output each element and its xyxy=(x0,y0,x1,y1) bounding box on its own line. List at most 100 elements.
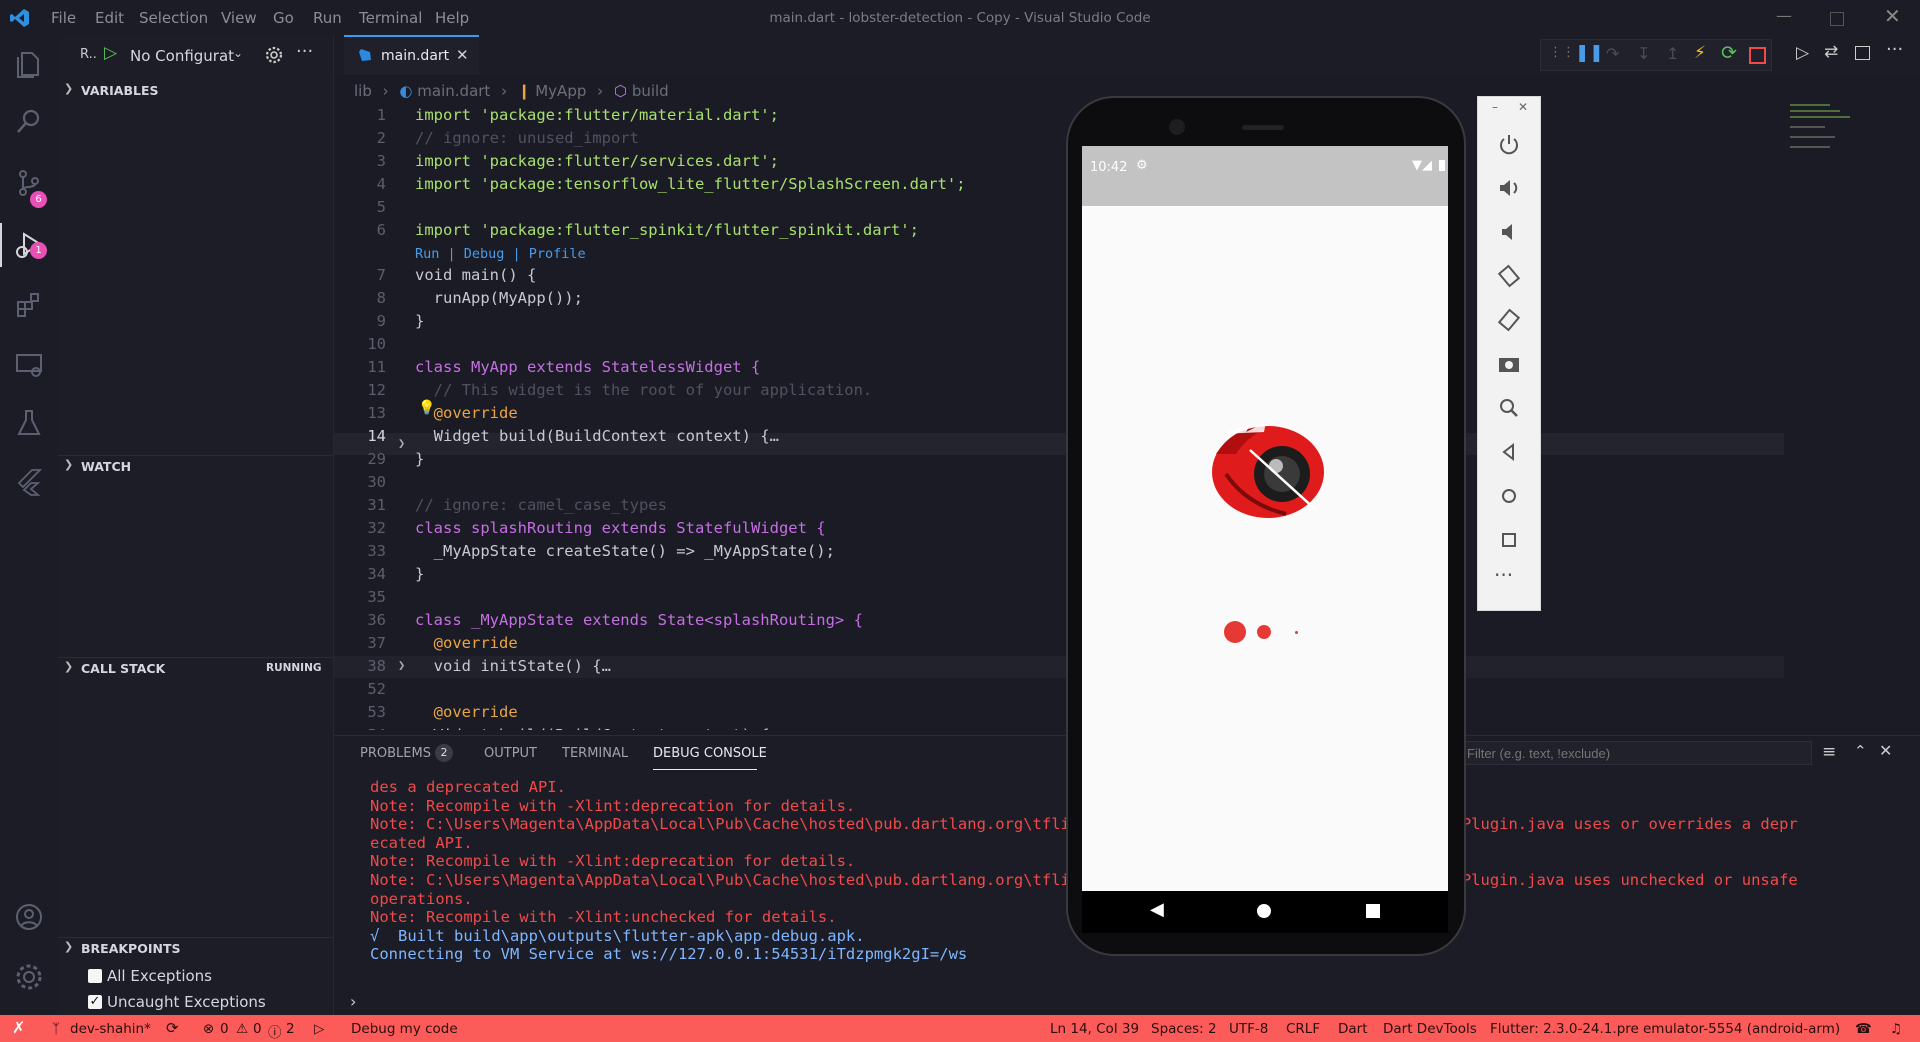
debug-config[interactable]: Debug my code xyxy=(351,1021,458,1037)
breadcrumb-file[interactable]: main.dart xyxy=(417,82,490,100)
run-icon[interactable]: ▷ xyxy=(1796,43,1809,63)
power-icon[interactable] xyxy=(1496,131,1522,157)
callstack-section-header[interactable]: ❯ CALL STACK RUNNING xyxy=(58,657,333,680)
git-branch[interactable]: dev-shahin* xyxy=(70,1021,151,1037)
code-line[interactable]: class _MyAppState extends State<splashRo… xyxy=(415,611,863,629)
rotate-left-icon[interactable] xyxy=(1496,263,1522,289)
code-line[interactable]: } xyxy=(415,312,424,330)
screenshot-camera-icon[interactable] xyxy=(1496,351,1522,377)
volume-down-icon[interactable] xyxy=(1496,219,1522,245)
code-line[interactable]: _MyAppState createState() => _MyAppState… xyxy=(415,542,835,560)
more-options-icon[interactable]: ··· xyxy=(1494,563,1513,587)
error-count[interactable]: 0 xyxy=(220,1021,229,1037)
testing-icon[interactable] xyxy=(14,408,44,438)
encoding[interactable]: UTF-8 xyxy=(1229,1021,1268,1037)
breadcrumb-lib[interactable]: lib xyxy=(354,82,372,100)
code-line[interactable]: runApp(MyApp()); xyxy=(415,289,583,307)
tab-main-dart[interactable]: main.dart ✕ xyxy=(344,35,479,75)
remote-icon[interactable]: ✗ xyxy=(12,1018,25,1037)
console-prompt-icon[interactable]: › xyxy=(350,992,356,1011)
restart-icon[interactable]: ⟳ xyxy=(1721,42,1737,64)
code-line[interactable]: Widget build(BuildContext context) {… xyxy=(415,726,779,730)
close-tab-icon[interactable]: ✕ xyxy=(456,46,469,64)
code-line[interactable]: Widget build(BuildContext context) {… xyxy=(415,427,779,445)
dart-devtools[interactable]: Dart DevTools xyxy=(1383,1021,1477,1037)
code-line[interactable]: void main() { xyxy=(415,266,536,284)
search-icon[interactable] xyxy=(14,106,44,136)
device-selector[interactable]: emulator-5554 (android-arm) xyxy=(1643,1021,1840,1037)
close-window-icon[interactable]: ✕ xyxy=(1884,4,1901,28)
remote-explorer-icon[interactable] xyxy=(14,350,44,380)
nav-home-icon[interactable] xyxy=(1257,904,1271,918)
filter-input[interactable] xyxy=(1462,741,1812,765)
cursor-position[interactable]: Ln 14, Col 39 xyxy=(1050,1021,1139,1037)
drag-handle-icon[interactable]: ⋮⋮ xyxy=(1549,45,1575,60)
start-debugging-icon[interactable]: ▷ xyxy=(104,43,117,63)
lightbulb-icon[interactable]: 💡 xyxy=(418,400,435,416)
flutter-icon[interactable] xyxy=(14,467,44,497)
code-line[interactable]: // ignore: camel_case_types xyxy=(415,496,667,514)
emulator-minimize-icon[interactable]: – xyxy=(1492,100,1498,114)
line-ending[interactable]: CRLF xyxy=(1286,1021,1320,1037)
account-icon[interactable] xyxy=(14,902,44,932)
explorer-icon[interactable] xyxy=(14,49,44,79)
sync-icon[interactable]: ⟳ xyxy=(166,1019,179,1037)
volume-up-icon[interactable] xyxy=(1496,175,1522,201)
more-actions-icon[interactable]: ··· xyxy=(296,41,313,62)
breakpoint-item[interactable]: ✓ Uncaught Exceptions xyxy=(88,993,328,1013)
code-line[interactable]: class MyApp extends StatelessWidget { xyxy=(415,358,760,376)
breadcrumb-method[interactable]: build xyxy=(632,82,669,100)
pause-icon[interactable]: ❚❚ xyxy=(1575,43,1604,63)
maximize-panel-icon[interactable]: ⌃ xyxy=(1854,742,1867,760)
overview-icon[interactable] xyxy=(1496,527,1522,553)
warning-count[interactable]: 0 xyxy=(253,1021,262,1037)
tab-output[interactable]: OUTPUT xyxy=(484,746,537,761)
step-over-icon[interactable]: ↷ xyxy=(1606,44,1619,63)
code-line[interactable]: // This widget is the root of your appli… xyxy=(415,381,873,399)
variables-section-header[interactable]: ❯ VARIABLES xyxy=(58,80,333,102)
watch-section-header[interactable]: ❯ WATCH xyxy=(58,455,333,478)
fold-chevron-icon[interactable]: ❯ xyxy=(398,658,405,672)
code-line[interactable]: } xyxy=(415,450,424,468)
fold-chevron-icon[interactable]: ❯ xyxy=(398,727,405,730)
code-line[interactable]: import 'package:flutter_spinkit/flutter_… xyxy=(415,221,919,239)
step-into-icon[interactable]: ↧ xyxy=(1637,44,1650,63)
codelens-run-debug-profile[interactable]: Run | Debug | Profile xyxy=(415,246,586,262)
code-editor[interactable]: 1 import 'package:flutter/material.dart';… xyxy=(334,100,1784,730)
tab-problems[interactable]: PROBLEMS xyxy=(360,746,431,761)
nav-back-icon[interactable]: ◀ xyxy=(1150,899,1164,920)
gear-icon[interactable] xyxy=(265,46,283,64)
code-line[interactable]: } xyxy=(415,565,424,583)
zoom-icon[interactable] xyxy=(1496,395,1522,421)
launch-config-select[interactable]: No Configurat xyxy=(130,47,240,65)
nav-recents-icon[interactable] xyxy=(1366,904,1380,918)
info-count[interactable]: 2 xyxy=(286,1021,295,1037)
breadcrumb-class[interactable]: MyApp xyxy=(535,82,586,100)
home-icon[interactable] xyxy=(1496,483,1522,509)
settings-gear-icon[interactable] xyxy=(14,962,44,992)
code-line[interactable]: void initState() {… xyxy=(415,657,611,675)
breakpoint-checkbox-checked[interactable]: ✓ xyxy=(88,995,102,1009)
notifications-bell-icon[interactable]: ♫ xyxy=(1890,1021,1902,1037)
tab-debug-console[interactable]: DEBUG CONSOLE xyxy=(653,746,767,761)
rotate-right-icon[interactable] xyxy=(1496,307,1522,333)
code-line[interactable]: import 'package:flutter/material.dart'; xyxy=(415,106,779,124)
breakpoint-item[interactable]: All Exceptions xyxy=(88,967,328,987)
emulator-close-icon[interactable]: ✕ xyxy=(1518,100,1528,114)
close-panel-icon[interactable]: ✕ xyxy=(1879,741,1892,760)
step-out-icon[interactable]: ↥ xyxy=(1666,44,1679,63)
code-line[interactable]: // ignore: unused_import xyxy=(415,129,639,147)
stop-icon[interactable] xyxy=(1749,47,1766,64)
chevron-down-icon[interactable]: ⌄ xyxy=(233,46,243,60)
breakpoints-section-header[interactable]: ❯ BREAKPOINTS xyxy=(58,937,333,960)
word-wrap-icon[interactable]: ≡ xyxy=(1822,742,1836,762)
breakpoint-checkbox[interactable] xyxy=(88,969,102,983)
indentation[interactable]: Spaces: 2 xyxy=(1151,1021,1217,1037)
code-line[interactable]: @override xyxy=(415,634,518,652)
extensions-icon[interactable] xyxy=(14,290,44,320)
flutter-version[interactable]: Flutter: 2.3.0-24.1.pre xyxy=(1490,1021,1639,1037)
restore-icon[interactable] xyxy=(1830,12,1844,26)
code-line[interactable]: import 'package:tensorflow_lite_flutter/… xyxy=(415,175,966,193)
code-line[interactable]: class splashRouting extends StatefulWidg… xyxy=(415,519,826,537)
compare-icon[interactable]: ⇄ xyxy=(1824,42,1838,62)
